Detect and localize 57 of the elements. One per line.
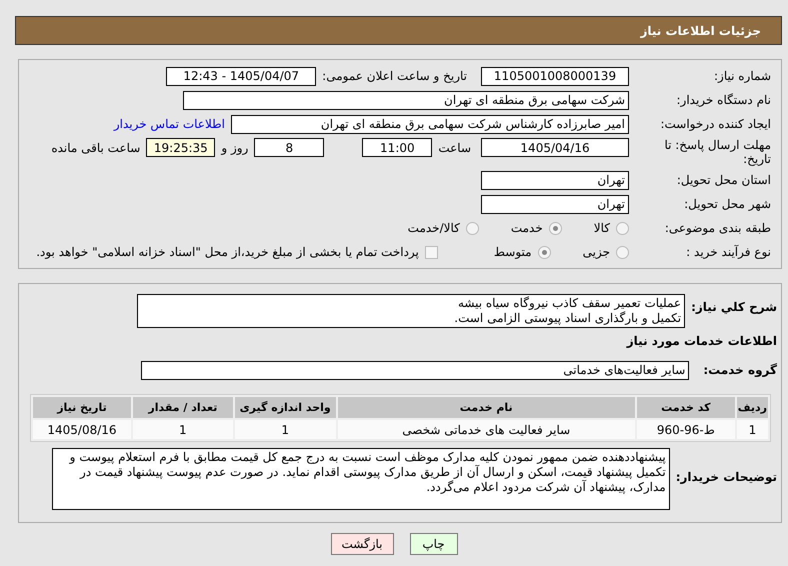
field-label: نوع فرآیند خرید : (685, 245, 771, 259)
print-button[interactable]: چاپ (410, 533, 458, 555)
field-label: گروه خدمت: (703, 363, 777, 377)
field-label: ایجاد کننده درخواست: (659, 117, 771, 131)
time-label: ساعت (438, 141, 471, 155)
radio-label: کالا/خدمت (408, 221, 460, 235)
service-group-field[interactable]: سایر فعالیت‌های خدماتی (141, 360, 690, 380)
radio-label: خدمت (510, 221, 543, 235)
table-cell: 1 (736, 420, 768, 439)
column-header: تاریخ نیاز (33, 397, 131, 418)
field-label: شرح کلي نیاز: (691, 300, 777, 314)
deadline-time-field[interactable]: 11:00 (362, 138, 432, 157)
column-header: ردیف (736, 397, 768, 418)
table-cell: 1 (132, 420, 233, 439)
checkbox-label: پرداخت تمام یا بخشی از مبلغ خرید،از محل "اسناد خزانه اسلامی" خواهد بود. (36, 245, 419, 259)
field-label: تاریخ و ساعت اعلان عمومی: (322, 69, 467, 83)
back-button[interactable]: بازگشت (330, 533, 394, 555)
column-header: کد خدمت (636, 397, 735, 418)
field-label: توضیحات خریدار: (676, 470, 777, 484)
days-field[interactable]: 8 (254, 138, 324, 157)
deadline-date-field[interactable]: 1405/04/16 (481, 138, 629, 157)
remaining-time-field[interactable]: 19:25:35 (146, 138, 216, 157)
column-header: تعداد / مقدار (132, 397, 233, 418)
province-field[interactable]: تهران (481, 170, 629, 190)
field-label: مهلت ارسال پاسخ: تا تاریخ: (663, 138, 771, 166)
table-cell: سایر فعالیت های خدماتی شخصی (338, 420, 635, 439)
radio-label: کالا (594, 221, 610, 235)
section-title: اطلاعات خدمات مورد نیاز (625, 334, 777, 348)
radio-button[interactable] (538, 246, 551, 258)
radio-button[interactable] (548, 222, 562, 234)
column-header: نام خدمت (338, 397, 635, 418)
buyer-field[interactable]: شرکت سهامی برق منطقه ای تهران (183, 90, 629, 110)
radio-button[interactable] (616, 246, 629, 258)
table-cell: 1 (234, 420, 336, 439)
remaining-label: ساعت باقی مانده (51, 141, 140, 155)
need-number-field[interactable]: 1105001008000139 (481, 66, 629, 86)
field-label: استان محل تحویل: (676, 173, 771, 187)
announce-date-field[interactable]: 1405/04/07 - 12:43 (166, 66, 316, 86)
radio-button[interactable] (466, 222, 479, 234)
creator-field[interactable]: امیر صابرزاده کارشناس شرکت سهامی برق منطقه ای تهران (231, 114, 629, 134)
field-label: شهر محل تحویل: (683, 197, 771, 211)
city-field[interactable]: تهران (481, 194, 629, 214)
page-title: جزئیات اطلاعات نیاز (640, 24, 761, 38)
field-label: طبقه بندی موضوعی: (664, 221, 771, 235)
field-label: شماره نیاز: (713, 69, 771, 83)
buyer-contact-link[interactable]: اطلاعات تماس خریدار (114, 117, 225, 131)
radio-button[interactable] (616, 222, 629, 234)
days-label: روز و (221, 141, 248, 155)
field-label: نام دستگاه خریدار: (676, 93, 771, 107)
table-cell: 1405/08/16 (33, 420, 131, 439)
notes-textarea[interactable]: پیشنهاددهنده ضمن ممهور نمودن کلیه مدارک موظف است نسبت به درج جمع کل قیمت مطابق با فرم استعلام پیوست و تکمیل پیشنهاد قیمت، اسکن و ارسال آن از طریق مدارک پیوستی اقدام نماید. در صورت عدم پیوست پیشنهاد قیمت در مدارک، پیشنهاد آن شرکت مردود اعلام می‌گردد. (52, 448, 670, 510)
table-cell: ط-96-960 (636, 420, 735, 439)
summary-textarea[interactable]: عملیات تعمیر سقف کاذب نیروگاه سیاه بیشه تکمیل و بارگذاری اسناد پیوستی الزامی است. (137, 294, 686, 328)
radio-label: جزیی (582, 245, 610, 259)
column-header: واحد اندازه گیری (234, 397, 336, 418)
checkbox[interactable] (424, 246, 438, 258)
radio-label: متوسط (494, 245, 532, 259)
